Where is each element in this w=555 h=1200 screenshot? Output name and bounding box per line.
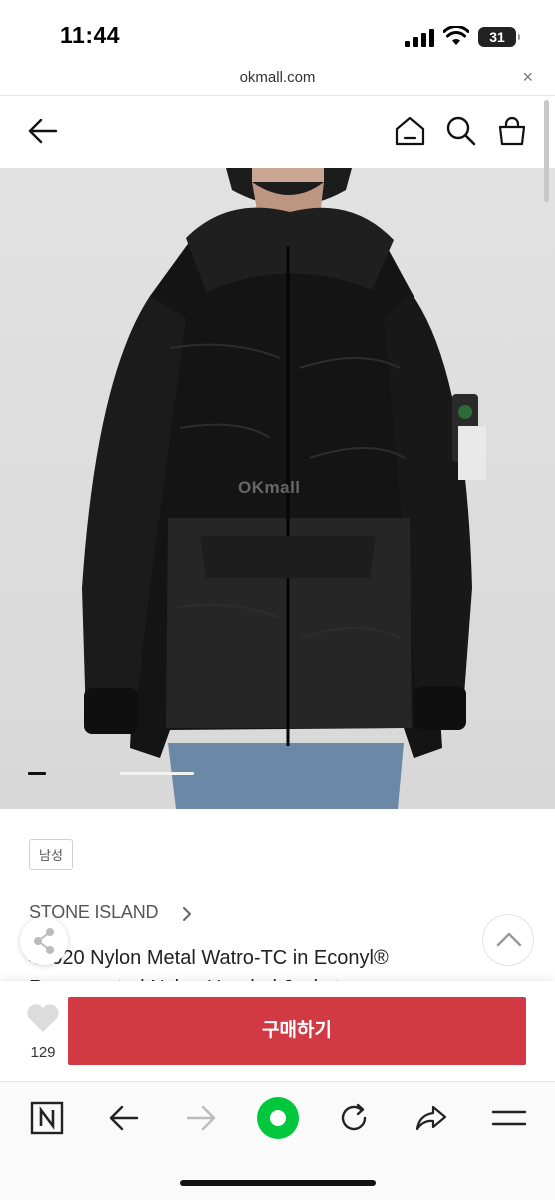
naver-n-icon[interactable] <box>27 1098 67 1138</box>
forward-icon[interactable] <box>181 1098 221 1138</box>
chevron-up-icon <box>496 932 522 947</box>
product-image[interactable]: OKmall <box>0 168 555 809</box>
heart-icon <box>27 1004 59 1032</box>
share-nodes-icon <box>34 928 54 954</box>
reload-icon[interactable] <box>334 1098 374 1138</box>
browser-toolbar <box>0 1081 555 1200</box>
share-icon[interactable] <box>411 1098 451 1138</box>
slide-indicator <box>120 772 194 775</box>
shopping-bag-icon[interactable] <box>495 114 529 148</box>
wifi-icon <box>443 26 469 45</box>
like-count: 129 <box>30 1044 56 1061</box>
url-bar[interactable]: okmall.com × <box>0 62 555 96</box>
clock: 11:44 <box>60 22 121 48</box>
buy-button[interactable]: 구매하기 <box>68 997 526 1065</box>
scroll-top-button[interactable] <box>482 914 534 966</box>
home-icon[interactable] <box>393 114 427 148</box>
purchase-bar: 129 구매하기 <box>0 981 555 1081</box>
page-scrollbar[interactable] <box>544 100 549 202</box>
like-button[interactable]: 129 <box>24 1003 62 1061</box>
site-header <box>0 96 555 168</box>
menu-icon[interactable] <box>489 1098 529 1138</box>
search-icon[interactable] <box>444 114 478 148</box>
slide-indicator-active <box>28 772 46 775</box>
product-title-line1: 42020 Nylon Metal Watro-TC in Econyl® <box>29 947 389 969</box>
url-text[interactable]: okmall.com <box>0 69 555 86</box>
battery-indicator: 31 <box>478 27 520 47</box>
home-indicator <box>180 1180 376 1186</box>
back-icon[interactable] <box>104 1098 144 1138</box>
status-bar: 11:44 31 <box>0 0 555 62</box>
chevron-right-icon[interactable] <box>181 905 193 923</box>
share-button[interactable] <box>20 917 68 965</box>
watermark: OKmall <box>238 478 301 497</box>
green-dot-icon[interactable] <box>256 1096 300 1140</box>
close-icon[interactable]: × <box>522 67 533 88</box>
signal-icon <box>405 29 435 47</box>
back-arrow-icon[interactable] <box>26 114 60 148</box>
gender-tag: 남성 <box>29 839 73 870</box>
